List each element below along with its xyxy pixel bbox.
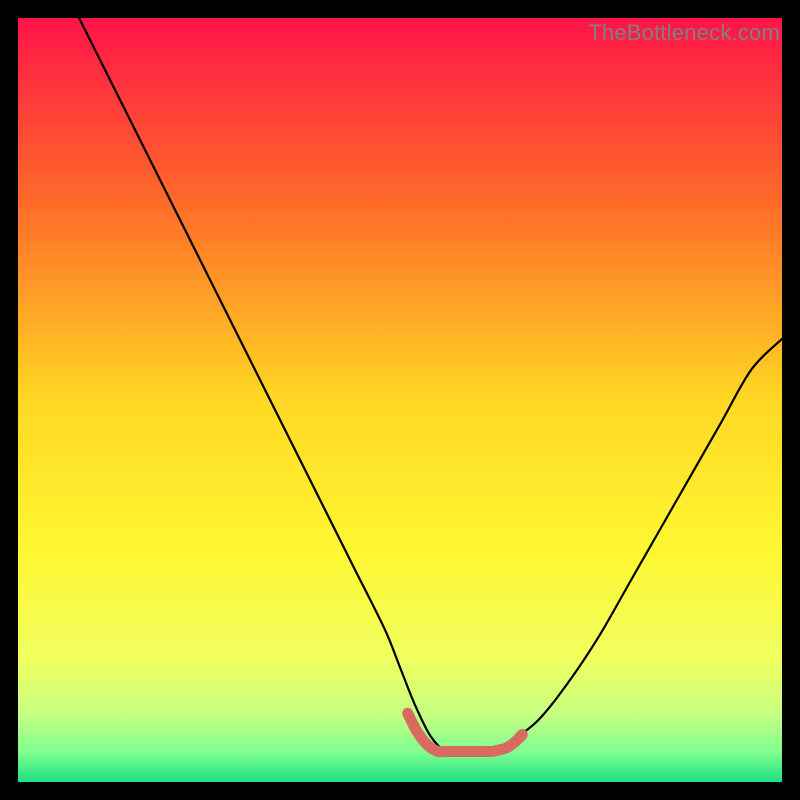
curve-layer — [18, 18, 782, 782]
chart-frame: TheBottleneck.com — [0, 0, 800, 800]
watermark-label: TheBottleneck.com — [588, 20, 780, 46]
highlight-flat-region — [408, 713, 523, 751]
bottleneck-curve — [79, 18, 782, 753]
plot-area: TheBottleneck.com — [18, 18, 782, 782]
